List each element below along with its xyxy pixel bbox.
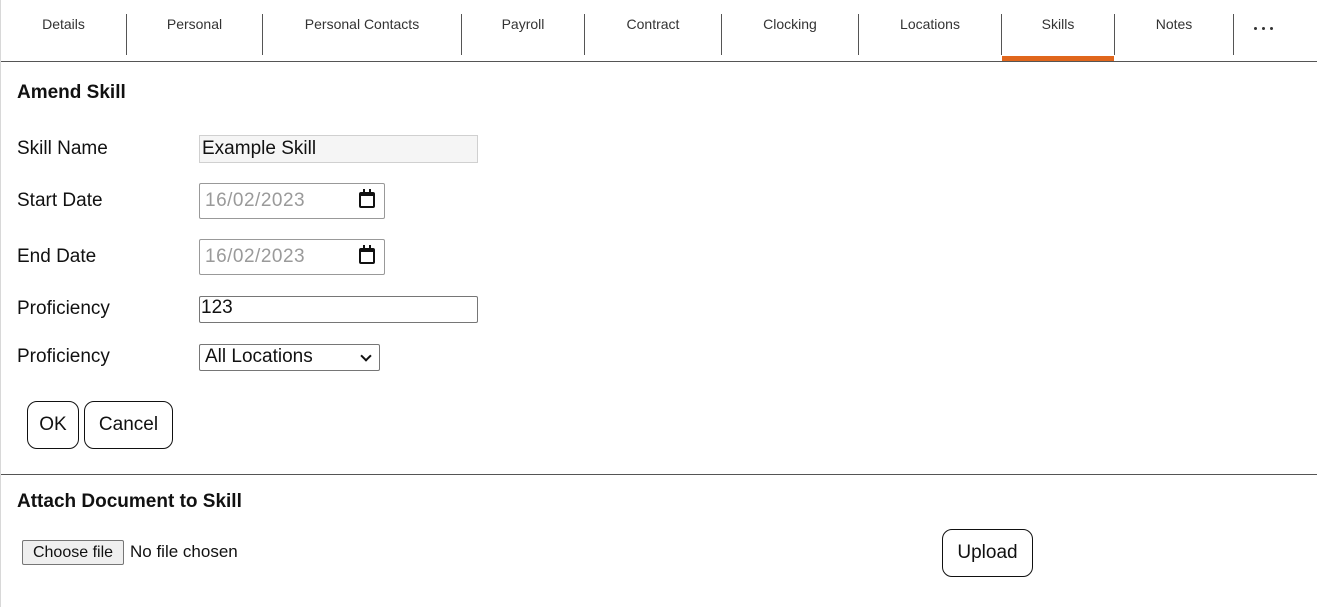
skill-name-label: Skill Name: [17, 138, 108, 159]
location-selected-value: All Locations: [205, 346, 313, 367]
no-file-chosen-text: No file chosen: [130, 542, 238, 561]
tab-clocking[interactable]: Clocking: [722, 0, 858, 61]
start-date-field[interactable]: 16/02/2023: [199, 183, 385, 219]
tab-skills[interactable]: Skills: [1002, 0, 1114, 61]
tab-label: Skills: [1041, 16, 1075, 32]
tab-notes[interactable]: Notes: [1115, 0, 1233, 61]
section-divider: [1, 474, 1317, 475]
ok-button[interactable]: OK: [27, 401, 79, 449]
proficiency-field[interactable]: 123: [199, 296, 478, 323]
tab-label: Personal Contacts: [304, 16, 420, 32]
tab-label: Clocking: [763, 16, 817, 32]
chevron-down-icon: [360, 350, 372, 362]
end-date-label: End Date: [17, 246, 97, 267]
start-date-label: Start Date: [17, 190, 103, 211]
tab-separator: [1233, 14, 1234, 55]
amend-skill-title: Amend Skill: [17, 82, 126, 103]
choose-file-button[interactable]: Choose file: [22, 540, 124, 565]
tab-details[interactable]: Details: [1, 0, 126, 61]
start-date-value: 16/02/2023: [205, 190, 306, 211]
location-select[interactable]: All Locations: [199, 344, 380, 371]
tab-label: Payroll: [501, 16, 545, 32]
more-tabs-button[interactable]: [1251, 12, 1281, 42]
tab-label: Notes: [1155, 16, 1193, 32]
end-date-field[interactable]: 16/02/2023: [199, 239, 385, 275]
tab-contract[interactable]: Contract: [585, 0, 721, 61]
tab-payroll[interactable]: Payroll: [462, 0, 584, 61]
tab-label: Locations: [900, 16, 960, 32]
tab-label: Personal: [166, 16, 223, 32]
calendar-icon[interactable]: [359, 245, 375, 264]
upload-button[interactable]: Upload: [942, 529, 1033, 577]
end-date-value: 16/02/2023: [205, 246, 306, 267]
attach-document-title: Attach Document to Skill: [17, 491, 242, 512]
active-tab-indicator: [1002, 56, 1114, 61]
calendar-icon[interactable]: [359, 189, 375, 208]
location-label: Proficiency: [17, 346, 110, 367]
skill-name-field[interactable]: Example Skill: [199, 135, 478, 163]
tab-personal-contacts[interactable]: Personal Contacts: [263, 0, 461, 61]
tab-label: Details: [42, 16, 85, 32]
tab-bar: Details Personal Personal Contacts Payro…: [1, 0, 1317, 62]
tab-personal[interactable]: Personal: [127, 0, 262, 61]
proficiency-label: Proficiency: [17, 298, 110, 319]
tab-label: Contract: [626, 16, 680, 32]
cancel-button[interactable]: Cancel: [84, 401, 173, 449]
tab-locations[interactable]: Locations: [859, 0, 1001, 61]
